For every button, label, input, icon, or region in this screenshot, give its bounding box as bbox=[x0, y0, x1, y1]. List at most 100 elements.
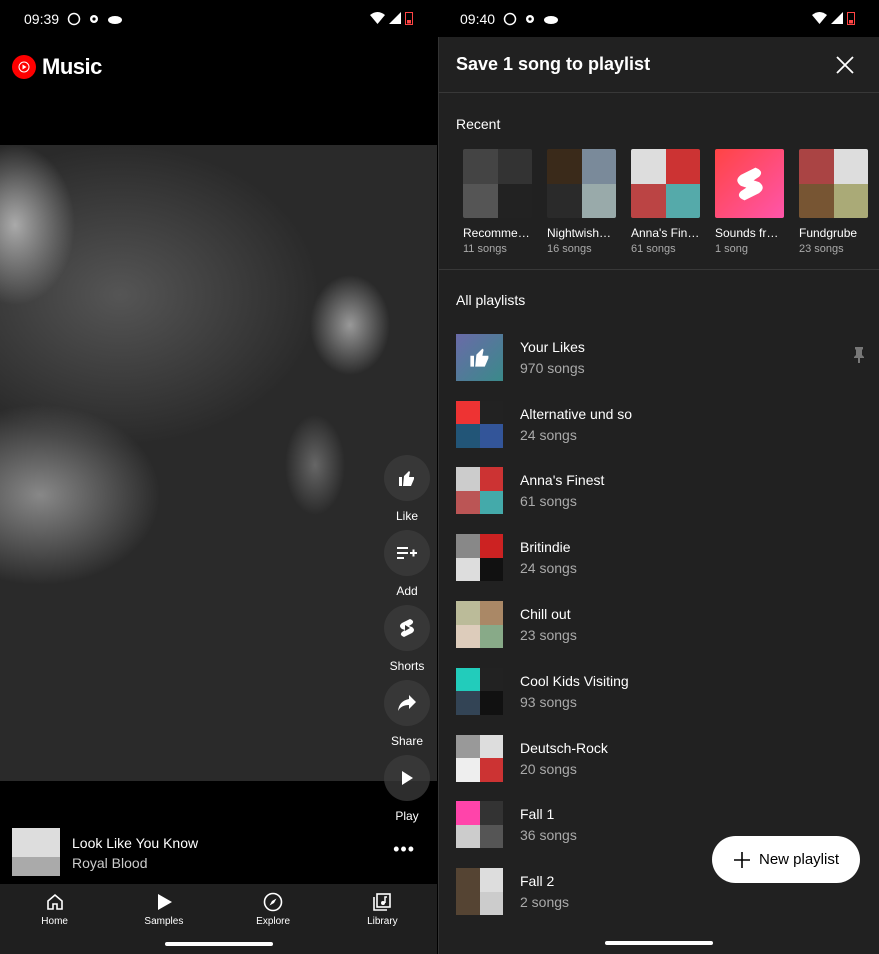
playlist-row-chill-out[interactable]: Chill out 23 songs bbox=[456, 591, 866, 658]
playlist-row-annas-finest[interactable]: Anna's Finest 61 songs bbox=[456, 458, 866, 525]
recent-name: Anna's Fine… bbox=[631, 226, 700, 240]
mini-player[interactable]: Look Like You Know Royal Blood ••• bbox=[0, 825, 437, 883]
recent-name: Nightwish… bbox=[547, 226, 612, 240]
gesture-handle bbox=[164, 942, 273, 946]
playlist-row-your-likes[interactable]: Your Likes 970 songs bbox=[456, 324, 866, 391]
shorts-icon[interactable] bbox=[384, 605, 430, 651]
recent-thumbnail bbox=[463, 149, 532, 218]
sheet-header: Save 1 song to playlist bbox=[439, 37, 879, 93]
playlist-name: Anna's Finest bbox=[520, 472, 605, 489]
recent-section-title: Recent bbox=[456, 116, 501, 132]
playlist-row-cool-kids[interactable]: Cool Kids Visiting 93 songs bbox=[456, 658, 866, 725]
battery-icon bbox=[847, 12, 855, 25]
divider bbox=[439, 269, 879, 270]
nav-explore-label: Explore bbox=[256, 916, 291, 927]
nav-library[interactable]: Library bbox=[328, 884, 437, 954]
whatsapp-icon bbox=[503, 12, 517, 25]
recent-name: Sounds fro… bbox=[715, 226, 784, 240]
recent-item[interactable]: Anna's Fine… 61 songs bbox=[631, 149, 700, 255]
nav-home-label: Home bbox=[41, 916, 68, 927]
recent-count: 1 song bbox=[715, 243, 749, 255]
new-playlist-button[interactable]: New playlist bbox=[712, 836, 860, 883]
playlist-name: Fall 1 bbox=[520, 806, 555, 823]
like-action[interactable]: Like bbox=[381, 455, 433, 530]
nav-samples-label: Samples bbox=[144, 916, 184, 927]
status-icons bbox=[67, 12, 123, 26]
playlist-count: 61 songs bbox=[520, 493, 577, 510]
shorts-action[interactable]: Shorts bbox=[381, 605, 433, 680]
play-label: Play bbox=[395, 809, 419, 823]
playlist-name: Cool Kids Visiting bbox=[520, 672, 629, 689]
home-icon bbox=[46, 893, 63, 910]
play-icon[interactable] bbox=[384, 755, 430, 801]
playlist-count: 970 songs bbox=[520, 359, 585, 376]
playlist-thumbnail bbox=[456, 333, 503, 381]
playlist-thumbnail bbox=[456, 601, 503, 649]
shorts-label: Shorts bbox=[389, 659, 425, 673]
playlist-thumbnail bbox=[456, 467, 503, 515]
cloud-icon bbox=[544, 15, 559, 24]
playlist-count: 36 songs bbox=[520, 827, 577, 844]
share-icon[interactable] bbox=[384, 680, 430, 726]
playlist-row-deutsch-rock[interactable]: Deutsch-Rock 20 songs bbox=[456, 725, 866, 792]
playlist-add-icon[interactable] bbox=[384, 530, 430, 576]
cloud-icon bbox=[108, 15, 123, 24]
playlist-thumbnail bbox=[456, 534, 503, 582]
nav-home[interactable]: Home bbox=[0, 884, 109, 954]
gear-icon bbox=[90, 14, 99, 23]
play-action[interactable]: Play bbox=[381, 755, 433, 830]
nav-library-label: Library bbox=[367, 916, 398, 927]
plus-icon bbox=[733, 851, 750, 868]
recent-item[interactable]: Fundgrube 23 songs bbox=[799, 149, 868, 255]
playlist-thumbnail bbox=[456, 801, 503, 849]
wifi-icon bbox=[370, 12, 385, 24]
recent-item[interactable]: Recommen… 11 songs bbox=[463, 149, 532, 255]
gesture-handle bbox=[605, 941, 713, 945]
recent-item[interactable]: Nightwish… 16 songs bbox=[547, 149, 616, 255]
battery-icon bbox=[405, 12, 413, 25]
video-frame[interactable] bbox=[0, 145, 437, 781]
brand-name: Music bbox=[42, 54, 102, 79]
playlist-name: Fall 2 bbox=[520, 873, 555, 890]
whatsapp-icon bbox=[67, 12, 81, 25]
recent-thumbnail bbox=[547, 149, 616, 218]
status-icons bbox=[503, 12, 559, 26]
actions-column: Like Add Shorts Share Play bbox=[381, 455, 433, 830]
recent-item[interactable]: Sounds fro… 1 song bbox=[715, 149, 784, 255]
left-screen: 09:39 Music Like Add Shorts Share Play L… bbox=[0, 0, 437, 954]
recent-thumbnail bbox=[799, 149, 868, 218]
play-logo-icon bbox=[12, 55, 36, 79]
wifi-icon bbox=[812, 12, 827, 24]
new-playlist-label: New playlist bbox=[758, 851, 840, 868]
playlist-row-britindie[interactable]: Britindie 24 songs bbox=[456, 524, 866, 591]
playlist-name: Deutsch-Rock bbox=[520, 739, 608, 756]
recent-thumbnail bbox=[631, 149, 700, 218]
status-bar: 09:40 bbox=[438, 0, 879, 37]
thumb-up-icon[interactable] bbox=[384, 455, 430, 501]
status-time: 09:39 bbox=[24, 10, 60, 27]
explore-icon bbox=[263, 892, 283, 912]
status-bar: 09:39 bbox=[0, 0, 437, 37]
add-label: Add bbox=[396, 584, 418, 598]
share-action[interactable]: Share bbox=[381, 680, 433, 755]
close-icon[interactable] bbox=[835, 55, 855, 75]
status-right-icons bbox=[370, 11, 413, 25]
app-logo: Music bbox=[12, 54, 102, 80]
share-label: Share bbox=[390, 734, 424, 748]
recent-name: Fundgrube bbox=[799, 226, 858, 240]
playlist-name: Your Likes bbox=[520, 338, 585, 355]
playlist-list: Your Likes 970 songs Alternative und so 24… bbox=[456, 324, 866, 925]
more-options-icon[interactable]: ••• bbox=[393, 839, 415, 860]
playlist-thumbnail bbox=[456, 400, 503, 448]
samples-icon bbox=[157, 894, 172, 910]
all-playlists-title: All playlists bbox=[456, 292, 526, 308]
recent-count: 61 songs bbox=[631, 243, 676, 255]
shorts-icon bbox=[736, 167, 763, 200]
playlist-thumbnail bbox=[456, 868, 503, 916]
add-action[interactable]: Add bbox=[381, 530, 433, 605]
playlist-row-alternative[interactable]: Alternative und so 24 songs bbox=[456, 391, 866, 458]
status-right-icons bbox=[812, 11, 855, 25]
recent-playlists: Recommen… 11 songs Nightwish… 16 songs A… bbox=[463, 149, 868, 255]
playlist-thumbnail bbox=[456, 667, 503, 715]
track-thumbnail bbox=[12, 828, 60, 876]
